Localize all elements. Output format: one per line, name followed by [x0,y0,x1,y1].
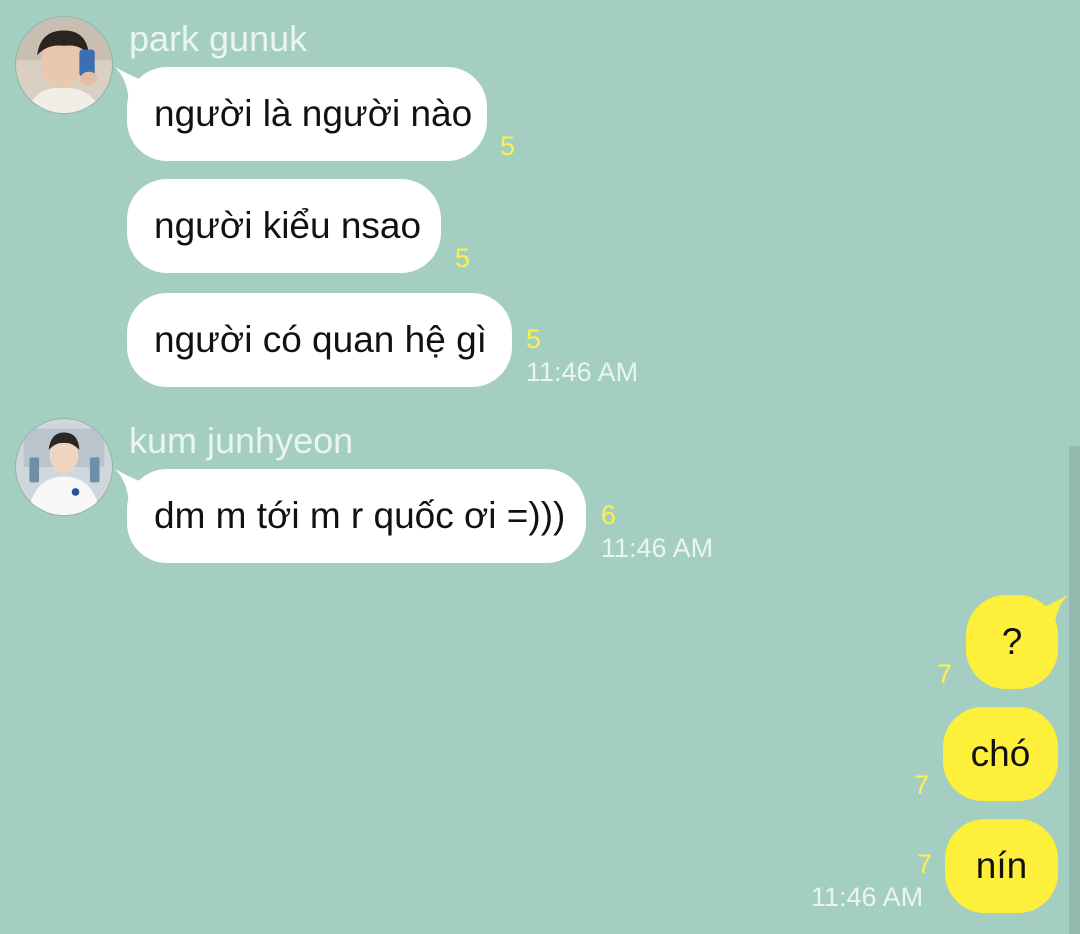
message-text: ? [1001,621,1023,662]
message-bubble[interactable]: ? [966,595,1068,689]
message-text: người kiểu nsao [154,205,422,246]
message-text: người là người nào [154,93,473,134]
profile-photo-icon [16,419,112,515]
message-text: dm m tới m r quốc ơi =))) [154,495,566,536]
message-bubble[interactable]: người có quan hệ gì [127,293,512,387]
message-timestamp: 11:46 AM [526,357,639,387]
message-text: người có quan hệ gì [154,319,487,360]
message-timestamp: 11:46 AM [811,882,924,912]
unread-count: 6 [601,500,617,530]
bubble-tail [1038,595,1068,635]
message-bubble[interactable]: chó [943,707,1058,801]
avatar-kum-junhyeon[interactable] [15,418,113,516]
scrollbar[interactable] [1069,446,1080,934]
message-text: chó [970,733,1031,774]
message-bubble[interactable]: người là người nào [115,67,487,161]
unread-count: 7 [917,849,933,879]
unread-count: 7 [937,659,953,689]
message-text: nín [975,845,1028,886]
message-bubble[interactable]: nín [945,819,1058,913]
unread-count: 7 [914,770,930,800]
message-bubble[interactable]: dm m tới m r quốc ơi =))) [115,469,586,563]
message-timestamp: 11:46 AM [601,533,714,563]
bubble-tail [115,469,145,509]
bubble-tail [115,67,145,107]
unread-count: 5 [455,243,471,273]
message-bubble[interactable]: người kiểu nsao [127,179,441,273]
sender-name: park gunuk [129,18,308,59]
sender-name: kum junhyeon [129,420,354,461]
unread-count: 5 [526,324,542,354]
avatar-park-gunuk[interactable] [15,16,113,114]
unread-count: 5 [500,131,516,161]
profile-photo-icon [16,17,112,113]
